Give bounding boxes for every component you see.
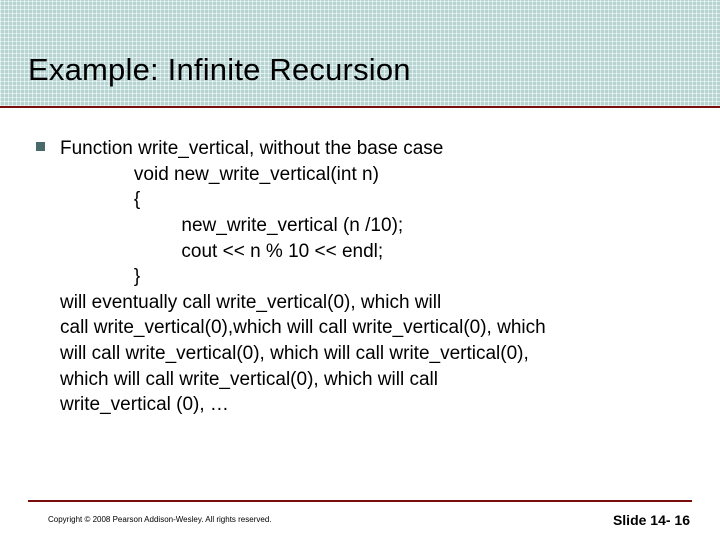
body-line: { [60,187,680,213]
bullet-icon [36,142,45,151]
body-line: will eventually call write_vertical(0), … [60,290,680,316]
body-line: new_write_vertical (n /10); [60,213,680,239]
slide-number: Slide 14- 16 [613,512,690,528]
slide-title: Example: Infinite Recursion [28,52,411,88]
body-line: void new_write_vertical(int n) [60,162,680,188]
body-line: will call write_vertical(0), which will … [60,341,680,367]
body-text: Function write_vertical, without the bas… [60,136,680,418]
body-line: write_vertical (0), … [60,392,680,418]
slide: Example: Infinite Recursion Function wri… [0,0,720,540]
body-line: call write_vertical(0),which will call w… [60,315,680,341]
footer-divider [28,500,692,502]
body-line: } [60,264,680,290]
body-line: Function write_vertical, without the bas… [60,136,680,162]
body-line: which will call write_vertical(0), which… [60,367,680,393]
body-line: cout << n % 10 << endl; [60,239,680,265]
copyright-text: Copyright © 2008 Pearson Addison-Wesley.… [48,515,272,524]
